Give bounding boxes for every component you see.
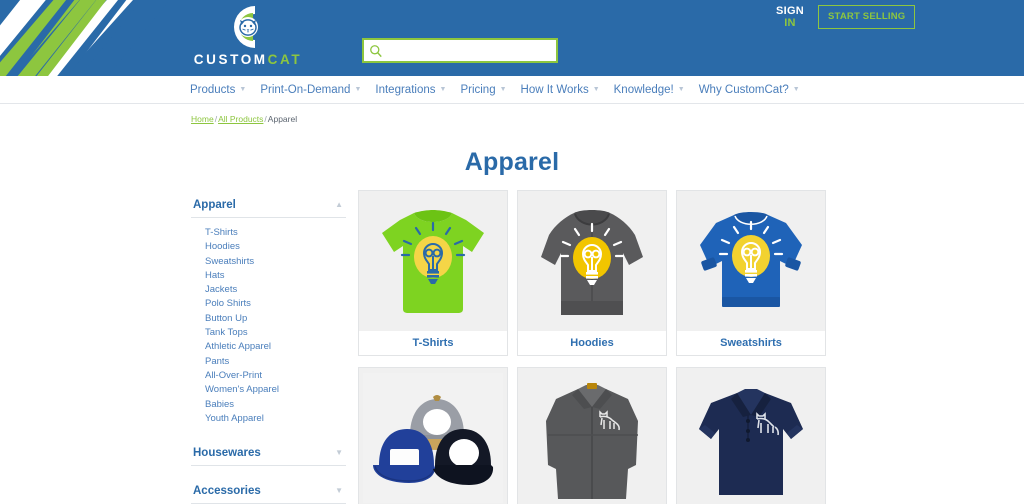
nav-item-products[interactable]: Products ▼ — [190, 84, 246, 96]
product-card-hats[interactable]: Hats — [358, 367, 508, 504]
sidebar-item-pants[interactable]: Pants — [205, 355, 346, 369]
sidebar-item-tank-tops[interactable]: Tank Tops — [205, 326, 346, 340]
sidebar-item-athletic-apparel[interactable]: Athletic Apparel — [205, 340, 346, 354]
product-card-t-shirts[interactable]: T-Shirts — [358, 190, 508, 356]
grey-fleece-jacket-cat-logo-icon — [518, 368, 666, 504]
sidebar-item-sweatshirts[interactable]: Sweatshirts — [205, 255, 346, 269]
chevron-down-icon: ▼ — [592, 86, 600, 93]
product-grid: T-Shirts Hoodies Sweatshirts — [346, 190, 1024, 504]
navy-polo-cat-logo-icon — [677, 368, 825, 504]
page-content: Apparel ▲ T-Shirts Hoodies Sweatshirts H… — [0, 190, 1024, 504]
blue-sweatshirt-lightbulb-icon — [677, 191, 825, 331]
sidebar-group-title: Apparel — [193, 199, 236, 211]
chevron-down-icon: ▼ — [792, 86, 800, 93]
product-card-label: T-Shirts — [359, 331, 507, 355]
chevron-down-icon: ▼ — [239, 86, 247, 93]
search-bar[interactable] — [362, 38, 558, 63]
logo-word-cat: CAT — [267, 52, 303, 67]
sidebar-item-babies[interactable]: Babies — [205, 398, 346, 412]
sidebar-item-all-over-print[interactable]: All-Over-Print — [205, 369, 346, 383]
nav-item-label: Print-On-Demand — [260, 83, 351, 96]
customcat-cat-logo-icon — [234, 6, 258, 48]
product-card-label: Sweatshirts — [677, 331, 825, 355]
chevron-up-icon: ▲ — [335, 200, 343, 209]
sidebar-apparel-links: T-Shirts Hoodies Sweatshirts Hats Jacket… — [191, 218, 346, 428]
nav-item-label: Integrations — [375, 83, 436, 96]
breadcrumb-current: Apparel — [267, 114, 298, 124]
start-selling-button[interactable]: START SELLING — [818, 5, 916, 29]
nav-item-pricing[interactable]: Pricing ▼ — [460, 84, 506, 96]
product-card-label: Hoodies — [518, 331, 666, 355]
sidebar-item-hats[interactable]: Hats — [205, 269, 346, 283]
site-header: CUSTOMCAT SIGN IN START SELLING — [0, 0, 1024, 76]
logo-word-custom: CUSTOM — [193, 52, 268, 67]
nav-item-how-it-works[interactable]: How It Works ▼ — [521, 84, 600, 96]
sidebar-item-button-up[interactable]: Button Up — [205, 312, 346, 326]
category-sidebar: Apparel ▲ T-Shirts Hoodies Sweatshirts H… — [191, 190, 346, 504]
sign-in-link[interactable]: SIGN IN — [771, 5, 809, 29]
green-tshirt-lightbulb-icon — [359, 191, 507, 331]
logo-wordmark: CUSTOMCAT — [183, 53, 313, 67]
nav-item-integrations[interactable]: Integrations ▼ — [375, 84, 446, 96]
chevron-down-icon: ▼ — [335, 486, 343, 496]
search-input[interactable] — [383, 40, 556, 61]
sidebar-item-jackets[interactable]: Jackets — [205, 283, 346, 297]
nav-item-why-customcat[interactable]: Why CustomCat? ▼ — [699, 84, 800, 96]
nav-item-label: Why CustomCat? — [698, 83, 789, 96]
nav-item-label: Products — [190, 83, 236, 96]
product-category-page: CUSTOMCAT SIGN IN START SELLING Products… — [0, 0, 1024, 504]
sidebar-group-accessories[interactable]: Accessories ▼ — [191, 480, 346, 504]
page-title: Apparel — [464, 148, 560, 176]
nav-item-label: How It Works — [520, 83, 589, 96]
sidebar-group-apparel[interactable]: Apparel ▲ — [191, 194, 346, 218]
nav-item-label: Pricing — [460, 83, 496, 96]
sidebar-item-womens-apparel[interactable]: Women's Apparel — [205, 383, 346, 397]
sidebar-item-hoodies[interactable]: Hoodies — [205, 240, 346, 254]
breadcrumb-link-home[interactable]: Home — [191, 114, 214, 124]
sign-in-line-2: IN — [784, 17, 796, 29]
chevron-down-icon: ▼ — [439, 86, 447, 93]
chevron-down-icon: ▼ — [354, 86, 362, 93]
sidebar-group-title: Housewares — [193, 447, 261, 460]
breadcrumb-link-all-products[interactable]: All Products — [218, 114, 263, 124]
search-icon — [370, 44, 382, 57]
chevron-down-icon: ▼ — [335, 448, 343, 458]
main-navigation: Products ▼ Print-On-Demand ▼ Integration… — [0, 76, 1024, 104]
sidebar-group-housewares[interactable]: Housewares ▼ — [191, 442, 346, 467]
chevron-down-icon: ▼ — [677, 86, 685, 93]
nav-item-label: Knowledge! — [613, 83, 674, 96]
nav-item-print-on-demand[interactable]: Print-On-Demand ▼ — [260, 84, 361, 96]
sidebar-group-title: Accessories — [193, 485, 261, 498]
sidebar-item-t-shirts[interactable]: T-Shirts — [205, 226, 346, 240]
product-card-polo[interactable] — [676, 367, 826, 504]
product-card-hoodies[interactable]: Hoodies — [517, 190, 667, 356]
sign-in-line-1: SIGN — [775, 5, 805, 17]
sidebar-item-youth-apparel[interactable]: Youth Apparel — [205, 412, 346, 426]
sidebar-item-polo-shirts[interactable]: Polo Shirts — [205, 297, 346, 311]
site-logo[interactable]: CUSTOMCAT — [183, 2, 313, 67]
grey-hoodie-lightbulb-icon — [518, 191, 666, 331]
trucker-caps-trio-icon — [359, 368, 507, 504]
nav-item-knowledge[interactable]: Knowledge! ▼ — [614, 84, 685, 96]
breadcrumb: Home/All Products/Apparel — [0, 104, 1024, 124]
product-card-sweatshirts[interactable]: Sweatshirts — [676, 190, 826, 356]
chevron-down-icon: ▼ — [499, 86, 507, 93]
product-card-jacket[interactable] — [517, 367, 667, 504]
corner-stripes-decoration — [0, 0, 170, 76]
